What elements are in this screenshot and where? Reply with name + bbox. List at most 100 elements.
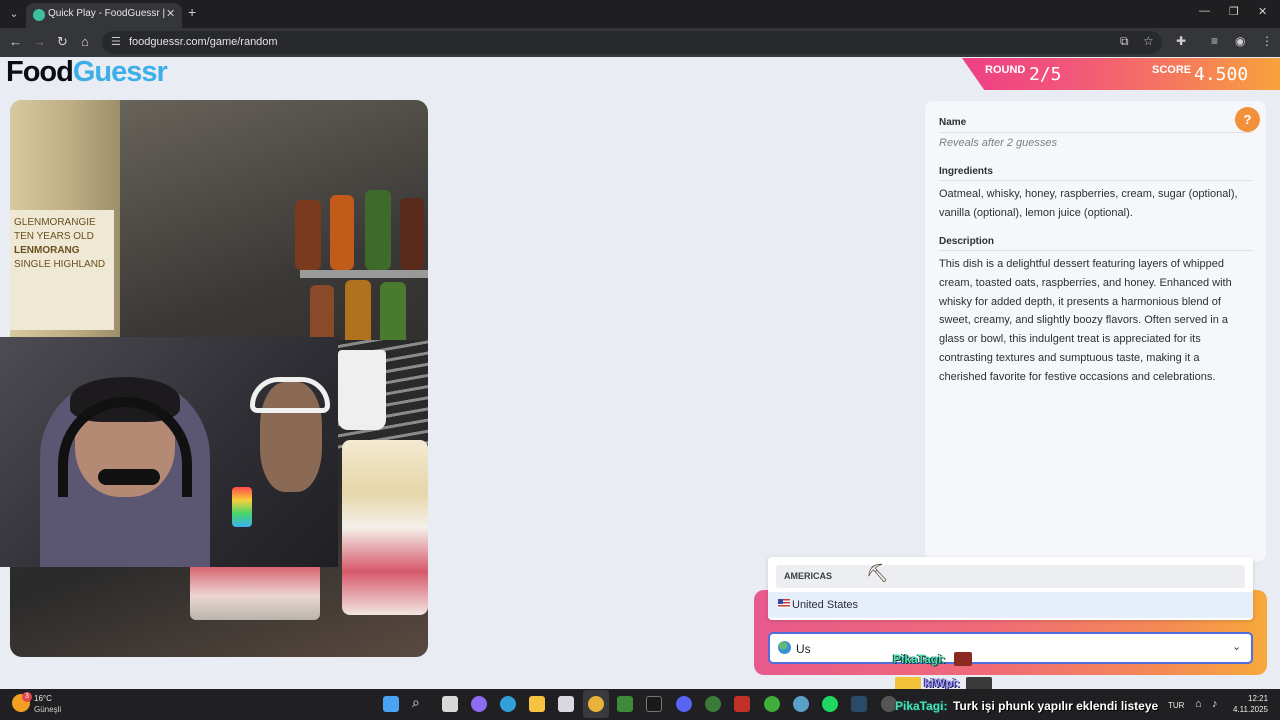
clock-date[interactable]: 4.11.2025 xyxy=(1233,705,1268,714)
address-bar[interactable]: ☰ foodguessr.com/game/random xyxy=(102,31,1162,54)
chat-username: PikaTagi: xyxy=(895,699,948,713)
round-value: 2/5 xyxy=(1029,64,1062,85)
description-line: cherished favorite for festive occasions… xyxy=(939,370,1216,383)
chrome-icon[interactable] xyxy=(588,696,604,712)
description-line: cream, toasted oats, raspberries, and ho… xyxy=(939,276,1232,289)
description-text: This dish is a delightful dessert featur… xyxy=(939,255,1255,387)
steam-icon[interactable] xyxy=(851,696,867,712)
cat-headphones xyxy=(250,377,330,413)
description-line: whisky for added depth, it presents a ha… xyxy=(939,295,1221,308)
app-icon[interactable] xyxy=(705,696,721,712)
forward-icon[interactable]: → xyxy=(33,34,46,49)
discord-icon[interactable] xyxy=(676,696,692,712)
spotify-icon[interactable] xyxy=(822,696,838,712)
score-label: SCORE xyxy=(1152,64,1192,76)
whisky-bottle: GLENMORANGIE TEN YEARS OLD LENMORANG SIN… xyxy=(10,100,120,340)
task-view-icon[interactable] xyxy=(442,696,458,712)
reload-icon[interactable]: ↻ xyxy=(57,34,68,50)
media-control-icon[interactable]: ≡ xyxy=(1211,34,1218,48)
score-banner: ROUND 2/5 SCORE 4.500 xyxy=(962,58,1280,90)
weather-description[interactable]: Güneşli xyxy=(34,705,61,714)
xbox-icon[interactable] xyxy=(764,696,780,712)
section-divider xyxy=(939,250,1253,251)
country-search-input[interactable] xyxy=(768,632,1253,664)
bottle-label-line: SINGLE HIGHLAND xyxy=(14,259,106,270)
chat-message: Turk işi phunk yapılır eklendi listeye xyxy=(953,699,1159,713)
bookmark-star-icon[interactable]: ☆ xyxy=(1143,34,1154,48)
weather-temperature[interactable]: 16°C xyxy=(34,694,52,703)
extensions-icon[interactable]: ✚ xyxy=(1176,34,1186,48)
browser-menu-icon[interactable]: ⋮ xyxy=(1261,34,1273,48)
tab-title: Quick Play - FoodGuessr | Food xyxy=(48,8,166,19)
ingredients-text: Oatmeal, whisky, honey, raspberries, cre… xyxy=(939,185,1255,223)
capcut-icon[interactable] xyxy=(646,696,662,712)
browser-tab-bar: ⌄ Quick Play - FoodGuessr | Food ✕ + — ❐… xyxy=(0,0,1280,28)
install-app-icon[interactable]: ⧉ xyxy=(1120,34,1129,49)
country-option-label[interactable]: United States xyxy=(792,599,858,611)
file-explorer-icon[interactable] xyxy=(529,696,545,712)
site-info-icon[interactable]: ☰ xyxy=(111,35,121,48)
round-label: ROUND xyxy=(985,64,1026,76)
bottle-label-line: GLENMORANGIE xyxy=(14,217,96,228)
spice-jar xyxy=(295,200,321,270)
region-group-header xyxy=(776,565,1245,588)
browser-toolbar: ← → ↻ ⌂ ☰ foodguessr.com/game/random ⧉ ☆… xyxy=(0,28,1280,57)
weather-badge: 3 xyxy=(22,692,32,702)
volume-icon[interactable]: ♪ xyxy=(1212,698,1218,710)
white-cup xyxy=(338,350,386,430)
country-input-value[interactable]: Us xyxy=(796,642,811,656)
name-hint: Reveals after 2 guesses xyxy=(939,137,1058,149)
dessert-glass-small xyxy=(190,560,320,620)
spice-jar xyxy=(400,198,424,270)
network-icon[interactable]: ⌂ xyxy=(1195,698,1202,710)
browser-tab-active[interactable]: Quick Play - FoodGuessr | Food ✕ xyxy=(26,3,182,28)
spice-jar xyxy=(380,282,406,346)
ingredients-section-title: Ingredients xyxy=(939,166,993,177)
chat-username: kiWpi: xyxy=(924,676,960,690)
sunglasses xyxy=(98,469,160,485)
restore-icon[interactable]: ❐ xyxy=(1229,5,1239,18)
tab-search-icon[interactable]: ⌄ xyxy=(5,5,23,23)
section-divider xyxy=(939,180,1253,181)
section-divider xyxy=(939,132,1253,133)
dessert-glass xyxy=(342,440,428,615)
bottle-label: GLENMORANGIE TEN YEARS OLD LENMORANG SIN… xyxy=(10,210,114,330)
close-window-icon[interactable]: ✕ xyxy=(1258,5,1267,18)
question-icon[interactable]: ? xyxy=(1235,107,1260,132)
score-value: 4.500 xyxy=(1194,64,1249,85)
back-icon[interactable]: ← xyxy=(9,34,22,49)
name-section-title: Name xyxy=(939,117,967,128)
clock-time[interactable]: 12:21 xyxy=(1248,694,1268,703)
search-icon[interactable]: ⌕ xyxy=(412,694,428,710)
url-text[interactable]: foodguessr.com/game/random xyxy=(129,36,278,48)
browser-app-icon[interactable] xyxy=(793,696,809,712)
profile-icon[interactable]: ◉ xyxy=(1235,34,1245,48)
bottle-label-line: TEN YEARS OLD xyxy=(14,231,94,242)
minecraft-icon[interactable] xyxy=(617,696,633,712)
minimize-icon[interactable]: — xyxy=(1199,5,1210,17)
app-icon[interactable] xyxy=(734,696,750,712)
chevron-down-icon[interactable]: ⌄ xyxy=(1232,640,1241,653)
foodguessr-logo[interactable]: FoodGuessr xyxy=(6,56,168,89)
description-line: This dish is a delightful dessert featur… xyxy=(939,258,1224,270)
description-line: sweet, creamy, and slightly boozy flavor… xyxy=(939,314,1228,327)
chat-username: PikaTagi: xyxy=(893,652,946,666)
streamer-webcam xyxy=(0,337,338,567)
copilot-icon[interactable] xyxy=(471,696,487,712)
us-flag-icon xyxy=(778,599,790,608)
store-icon[interactable] xyxy=(558,696,574,712)
chat-emote-icon xyxy=(954,652,972,666)
region-group-label: AMERICAS xyxy=(784,571,833,581)
language-indicator[interactable]: TUR xyxy=(1168,701,1184,710)
home-icon[interactable]: ⌂ xyxy=(81,34,89,49)
description-line: glass or bowl, this indulgent treat is a… xyxy=(939,333,1201,346)
ingredients-line: Oatmeal, whisky, honey, raspberries, cre… xyxy=(939,188,1238,200)
new-tab-icon[interactable]: + xyxy=(188,4,196,20)
start-menu-icon[interactable] xyxy=(383,696,399,712)
spice-jar xyxy=(365,190,391,270)
globe-icon xyxy=(778,641,791,654)
description-line: contrasting textures and sumptuous taste… xyxy=(939,351,1200,364)
edge-icon[interactable] xyxy=(500,696,516,712)
ingredients-line: vanilla (optional), lemon juice (optiona… xyxy=(939,206,1133,219)
close-tab-icon[interactable]: ✕ xyxy=(166,7,175,20)
